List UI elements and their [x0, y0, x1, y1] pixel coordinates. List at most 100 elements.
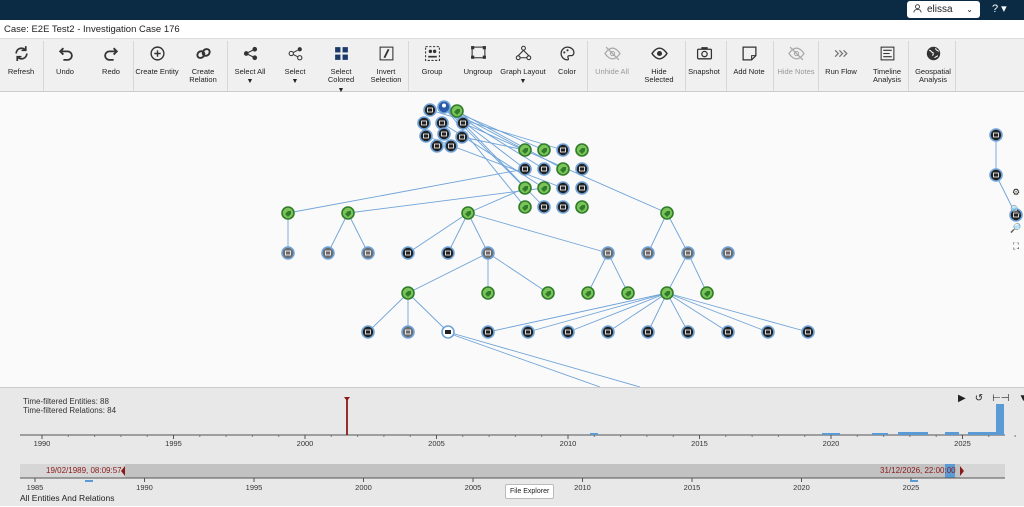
hide-selected-button[interactable]: Hide Selected — [636, 39, 682, 92]
graph-node-dark[interactable] — [641, 325, 655, 339]
dropdown-arrow-icon[interactable]: ▼ — [247, 78, 254, 87]
graph-node-green[interactable] — [281, 206, 295, 220]
graph-node-grey[interactable] — [361, 246, 375, 260]
graph-node-dark[interactable] — [801, 325, 815, 339]
graph-edge[interactable] — [447, 332, 601, 387]
help-button[interactable]: ? ▾ — [992, 2, 1007, 15]
graph-node-dark[interactable] — [989, 128, 1003, 142]
graph-node-grey[interactable] — [321, 246, 335, 260]
create-relation-button[interactable]: Create Relation — [180, 39, 226, 92]
undo-button[interactable]: Undo — [44, 39, 86, 92]
dropdown-arrow-icon[interactable]: ▼ — [520, 78, 527, 87]
timeline-analysis-button[interactable]: Timeline Analysis — [866, 39, 908, 92]
graph-node-dark[interactable] — [575, 162, 589, 176]
graph-node-grey[interactable] — [281, 246, 295, 260]
graph-node-dark[interactable] — [401, 246, 415, 260]
graph-node-green[interactable] — [401, 286, 415, 300]
graph-node-dark[interactable] — [456, 116, 470, 130]
invert-selection-button[interactable]: Invert Selection — [365, 39, 407, 92]
graph-node-dark[interactable] — [556, 143, 570, 157]
graph-node-dark[interactable] — [537, 200, 551, 214]
graph-node-green[interactable] — [518, 200, 532, 214]
graph-node-dark[interactable] — [435, 116, 449, 130]
geospatial-analysis-button[interactable]: Geospatial Analysis — [910, 39, 956, 92]
graph-node-grey[interactable] — [681, 246, 695, 260]
graph-node-dark[interactable] — [441, 246, 455, 260]
graph-node-dark[interactable] — [989, 168, 1003, 182]
graph-node-dark[interactable] — [419, 129, 433, 143]
graph-node-dark[interactable] — [556, 181, 570, 195]
snapshot-button[interactable]: Snapshot — [683, 39, 725, 92]
graph-node-dark[interactable] — [423, 103, 437, 117]
dropdown-arrow-icon[interactable]: ▼ — [292, 78, 299, 87]
graph-node-grey[interactable] — [601, 246, 615, 260]
select-all-button[interactable]: Select All ▼ — [228, 39, 272, 92]
fit-icon[interactable]: ⛶ — [1008, 241, 1024, 259]
graph-node-dark[interactable] — [518, 162, 532, 176]
zoom-in-icon[interactable]: 🔍 — [1008, 205, 1024, 223]
gear-icon[interactable]: ⚙ — [1008, 187, 1024, 205]
graph-edge[interactable] — [487, 292, 668, 333]
graph-edge[interactable] — [447, 331, 641, 387]
graph-node-green[interactable] — [537, 143, 551, 157]
graph-edge[interactable] — [407, 292, 449, 333]
graph-canvas[interactable]: ⚙ 🔍 🔎 ⛶ — [0, 92, 1024, 387]
graph-node-green[interactable] — [518, 143, 532, 157]
graph-node-dark[interactable] — [481, 325, 495, 339]
graph-edge[interactable] — [666, 292, 769, 333]
graph-node-dark[interactable] — [430, 139, 444, 153]
graph-layout-button[interactable]: Graph Layout ▼ — [500, 39, 546, 92]
range-selection[interactable] — [125, 464, 960, 478]
graph-node-dark[interactable] — [521, 325, 535, 339]
graph-edge[interactable] — [666, 292, 729, 333]
graph-node-green[interactable] — [621, 286, 635, 300]
graph-node-person[interactable] — [437, 100, 451, 114]
group-button[interactable]: Group — [412, 39, 452, 92]
create-entity-button[interactable]: Create Entity — [135, 39, 179, 92]
graph-node-dark[interactable] — [575, 181, 589, 195]
graph-node-grey[interactable] — [641, 246, 655, 260]
graph-edge[interactable] — [467, 187, 526, 214]
graph-node-green[interactable] — [660, 286, 674, 300]
graph-node-grey[interactable] — [481, 246, 495, 260]
select-button[interactable]: Select ▼ — [275, 39, 315, 92]
graph-node-dark[interactable] — [556, 200, 570, 214]
graph-node-dark[interactable] — [721, 325, 735, 339]
graph-svg[interactable] — [0, 92, 1024, 387]
graph-node-dark[interactable] — [437, 127, 451, 141]
ungroup-button[interactable]: Ungroup — [458, 39, 498, 92]
graph-node-green[interactable] — [556, 162, 570, 176]
graph-node-grey[interactable] — [721, 246, 735, 260]
graph-node-green[interactable] — [575, 143, 589, 157]
graph-node-green[interactable] — [700, 286, 714, 300]
graph-node-green[interactable] — [537, 181, 551, 195]
graph-node-video[interactable] — [441, 325, 455, 339]
graph-node-green[interactable] — [461, 206, 475, 220]
graph-node-dark[interactable] — [761, 325, 775, 339]
graph-edge[interactable] — [407, 212, 469, 254]
graph-node-dark[interactable] — [681, 325, 695, 339]
run-flow-button[interactable]: Run Flow — [820, 39, 862, 92]
graph-node-green[interactable] — [518, 181, 532, 195]
user-menu-button[interactable]: elissa ⌄ — [907, 1, 980, 18]
graph-node-dark[interactable] — [444, 139, 458, 153]
unhide-all-button[interactable]: Unhide All — [590, 39, 634, 92]
graph-edge[interactable] — [287, 168, 526, 214]
graph-node-dark[interactable] — [361, 325, 375, 339]
graph-node-grey[interactable] — [401, 325, 415, 339]
graph-edge[interactable] — [347, 187, 545, 214]
graph-node-green[interactable] — [581, 286, 595, 300]
graph-node-dark[interactable] — [455, 130, 469, 144]
color-button[interactable]: Color — [548, 39, 586, 92]
graph-node-green[interactable] — [575, 200, 589, 214]
graph-node-dark[interactable] — [561, 325, 575, 339]
graph-node-dark[interactable] — [417, 116, 431, 130]
redo-button[interactable]: Redo — [90, 39, 132, 92]
graph-edge[interactable] — [367, 292, 409, 333]
zoom-out-icon[interactable]: 🔎 — [1008, 223, 1024, 241]
graph-node-green[interactable] — [660, 206, 674, 220]
refresh-button[interactable]: Refresh — [2, 39, 40, 92]
graph-node-green[interactable] — [341, 206, 355, 220]
time-marker-head[interactable] — [344, 397, 350, 401]
add-note-button[interactable]: Add Note — [728, 39, 770, 92]
